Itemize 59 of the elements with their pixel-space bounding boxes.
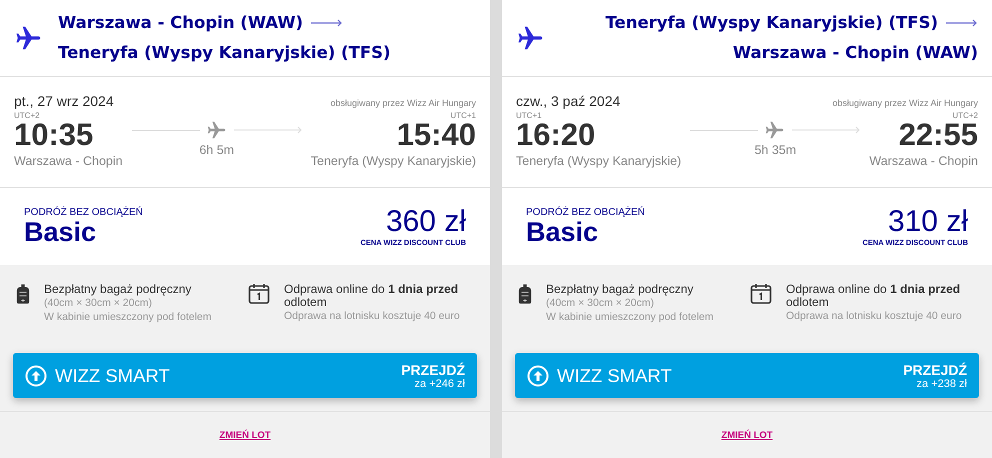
- upgrade-price: za +238 zł: [916, 378, 967, 390]
- upgrade-action: PRZEJDŹ: [401, 362, 465, 378]
- upgrade-name: WIZZ SMART: [557, 364, 673, 386]
- departure-time: 16:20: [516, 120, 596, 150]
- arrow-icon: [792, 126, 860, 134]
- upgrade-name: WIZZ SMART: [55, 364, 171, 386]
- operator-text: obsługiwany przez Wizz Air Hungary: [330, 98, 476, 108]
- flight-duration: 6h 5m: [199, 143, 234, 157]
- arrival-airport: Teneryfa (Wyspy Kanaryjskie): [310, 154, 476, 168]
- airplane-icon: [206, 119, 228, 141]
- origin-airport: Warszawa - Chopin (WAW): [58, 12, 304, 34]
- fare-price: 310 zł: [888, 206, 968, 238]
- fare-name: Basic: [24, 218, 98, 246]
- flight-date: czw., 3 paź 2024: [516, 93, 620, 109]
- arrow-icon: [946, 18, 978, 28]
- arrival-airport: Warszawa - Chopin: [869, 154, 978, 168]
- departure-time: 10:35: [14, 120, 94, 150]
- upgrade-price: za +246 zł: [414, 378, 465, 390]
- feature-detail: (40cm × 30cm × 20cm): [44, 296, 153, 310]
- feature-title: Odprawa online do 1 dnia przed odlotem: [786, 283, 962, 309]
- flight-date: pt., 27 wrz 2024: [14, 93, 114, 109]
- origin-airport: Teneryfa (Wyspy Kanaryjskie) (TFS): [605, 12, 938, 34]
- feature-detail: W kabinie umieszczony pod fotelem: [546, 310, 714, 324]
- arrow-up-circle-icon: [527, 364, 549, 386]
- backpack-icon: [518, 283, 532, 305]
- feature-detail: Odprawa na lotnisku kosztuje 40 euro: [284, 309, 461, 323]
- fare-label: PODRÓŻ BEZ OBCIĄŻEŃ: [526, 207, 645, 218]
- arrow-up-circle-icon: [25, 364, 47, 386]
- calendar-icon: [750, 283, 772, 305]
- change-flight-link[interactable]: ZMIEŃ LOT: [721, 430, 773, 440]
- backpack-icon: [16, 283, 30, 305]
- calendar-icon: [248, 283, 270, 305]
- departure-airport: Warszawa - Chopin: [14, 154, 123, 168]
- feature-detail: (40cm × 30cm × 20cm): [546, 296, 655, 310]
- arrival-time: 22:55: [898, 120, 978, 150]
- timezone: UTC+1: [450, 111, 476, 120]
- fare-price: 360 zł: [386, 206, 466, 238]
- timezone: UTC+1: [516, 111, 543, 120]
- feature-title: Bezpłatny bagaż podręczny: [546, 283, 694, 296]
- arrow-icon: [311, 18, 344, 28]
- upgrade-button[interactable]: WIZZ SMART PRZEJDŹ za +246 zł: [13, 353, 477, 398]
- feature-title: Odprawa online do 1 dnia przed odlotem: [284, 283, 460, 309]
- destination-airport: Warszawa - Chopin (WAW): [732, 42, 978, 64]
- feature-detail: W kabinie umieszczony pod fotelem: [44, 310, 212, 324]
- timezone: UTC+2: [14, 111, 41, 120]
- destination-airport: Teneryfa (Wyspy Kanaryjskie) (TFS): [58, 42, 391, 64]
- arrow-icon: [234, 126, 302, 134]
- upgrade-button[interactable]: WIZZ SMART PRZEJDŹ za +238 zł: [515, 353, 979, 398]
- fare-label: PODRÓŻ BEZ OBCIĄŻEŃ: [24, 207, 143, 218]
- change-flight-link[interactable]: ZMIEŃ LOT: [219, 430, 271, 440]
- feature-title: Bezpłatny bagaż podręczny: [44, 283, 192, 296]
- operator-text: obsługiwany przez Wizz Air Hungary: [832, 98, 978, 108]
- arrival-time: 15:40: [396, 120, 476, 150]
- departure-airport: Teneryfa (Wyspy Kanaryjskie): [516, 154, 682, 168]
- timezone: UTC+2: [952, 111, 978, 120]
- upgrade-action: PRZEJDŹ: [903, 362, 967, 378]
- flight-duration: 5h 35m: [754, 143, 796, 157]
- fare-name: Basic: [526, 218, 600, 246]
- feature-detail: Odprawa na lotnisku kosztuje 40 euro: [786, 309, 963, 323]
